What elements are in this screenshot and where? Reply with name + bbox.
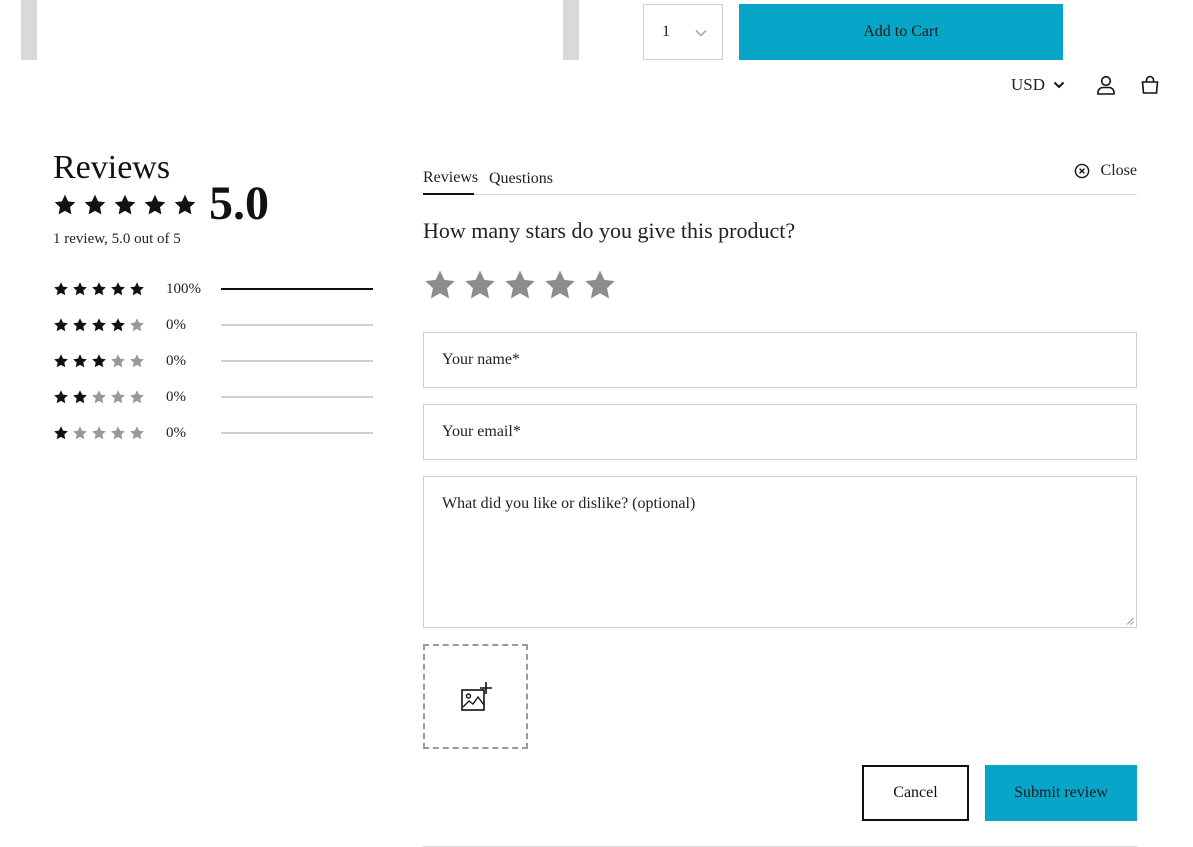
cart-icon[interactable] (1140, 74, 1160, 94)
star-icon (72, 281, 88, 297)
star-icon (83, 193, 107, 217)
chevron-down-icon (695, 29, 707, 37)
star-icon (53, 353, 69, 369)
close-circle-icon (1074, 163, 1089, 179)
row-stars (53, 353, 166, 369)
chevron-down-icon (1053, 81, 1065, 89)
distribution-row-4[interactable]: 0% (53, 315, 373, 335)
account-icon[interactable] (1096, 75, 1116, 95)
star-icon (53, 389, 69, 405)
row-bar (221, 396, 373, 398)
tab-reviews[interactable]: Reviews (423, 162, 478, 195)
review-tabs: Reviews Questions Close (423, 160, 1137, 195)
star-icon (113, 193, 137, 217)
star-icon (53, 425, 69, 441)
rating-question: How many stars do you give this product? (423, 218, 796, 243)
product-image (37, 0, 563, 60)
quantity-select[interactable]: 1 (643, 4, 723, 60)
cancel-button[interactable]: Cancel (862, 765, 969, 821)
add-image-icon (460, 681, 492, 711)
row-bar-fill (221, 288, 373, 290)
star-icon (72, 317, 88, 333)
reviews-title: Reviews (53, 149, 171, 186)
row-stars (53, 317, 166, 333)
row-percent: 0% (166, 316, 186, 333)
rating-star-icon[interactable] (423, 268, 457, 302)
name-field[interactable]: Your name* (423, 332, 1137, 388)
average-score: 5.0 (209, 177, 269, 230)
distribution-row-2[interactable]: 0% (53, 387, 373, 407)
row-bar (221, 324, 373, 326)
row-stars (53, 281, 166, 297)
distribution-row-1[interactable]: 0% (53, 423, 373, 443)
star-icon (129, 317, 145, 333)
close-label: Close (1100, 162, 1137, 179)
star-icon (110, 317, 126, 333)
row-percent: 0% (166, 388, 186, 405)
star-icon (72, 425, 88, 441)
row-bar (221, 288, 373, 290)
tab-questions[interactable]: Questions (489, 162, 553, 195)
row-bar (221, 432, 373, 434)
star-icon (53, 317, 69, 333)
star-icon (53, 193, 77, 217)
row-percent: 0% (166, 424, 186, 441)
star-icon (53, 281, 69, 297)
star-icon (110, 425, 126, 441)
comment-placeholder: What did you like or dislike? (optional) (442, 495, 696, 512)
star-icon (129, 425, 145, 441)
row-stars (53, 425, 166, 441)
rating-star-icon[interactable] (503, 268, 537, 302)
row-bar (221, 360, 373, 362)
star-icon (91, 389, 107, 405)
rating-star-icon[interactable] (583, 268, 617, 302)
star-icon (91, 281, 107, 297)
close-button[interactable]: Close (1074, 162, 1137, 180)
star-icon (129, 353, 145, 369)
star-icon (143, 193, 167, 217)
star-icon (91, 425, 107, 441)
star-icon (91, 353, 107, 369)
email-field[interactable]: Your email* (423, 404, 1137, 460)
distribution-row-3[interactable]: 0% (53, 351, 373, 371)
review-count: 1 review, 5.0 out of 5 (53, 231, 181, 247)
star-icon (129, 389, 145, 405)
rating-star-icon[interactable] (543, 268, 577, 302)
email-placeholder: Your email* (442, 423, 521, 440)
star-icon (129, 281, 145, 297)
upload-photo-button[interactable] (423, 644, 528, 749)
distribution-row-5[interactable]: 100% (53, 279, 373, 299)
gallery-scrollbar-left (21, 0, 37, 60)
currency-selector[interactable]: USD (1011, 73, 1065, 97)
row-percent: 0% (166, 352, 186, 369)
currency-label: USD (1011, 75, 1046, 94)
star-icon (72, 389, 88, 405)
row-percent: 100% (166, 280, 201, 297)
quantity-value: 1 (662, 23, 670, 40)
comment-textarea[interactable]: What did you like or dislike? (optional) (423, 476, 1137, 628)
average-stars (53, 193, 197, 217)
row-stars (53, 389, 166, 405)
gallery-scrollbar-right (563, 0, 579, 60)
star-icon (91, 317, 107, 333)
star-rating-input[interactable] (423, 268, 617, 302)
star-icon (110, 389, 126, 405)
resize-handle-icon[interactable] (1126, 617, 1134, 625)
star-icon (110, 281, 126, 297)
name-placeholder: Your name* (442, 351, 520, 368)
add-to-cart-button[interactable]: Add to Cart (739, 4, 1063, 60)
submit-review-button[interactable]: Submit review (985, 765, 1137, 821)
rating-star-icon[interactable] (463, 268, 497, 302)
star-icon (110, 353, 126, 369)
star-icon (72, 353, 88, 369)
star-icon (173, 193, 197, 217)
